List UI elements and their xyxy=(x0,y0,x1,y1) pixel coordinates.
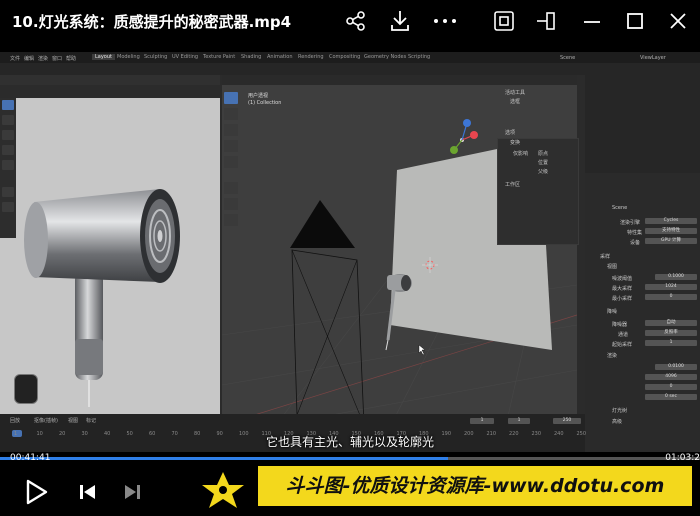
tab-geometry-nodes[interactable]: Geometry Nodes xyxy=(364,54,406,60)
sampling-section[interactable]: 采样 xyxy=(600,253,610,260)
timeline-marker-menu[interactable]: 标记 xyxy=(86,417,96,424)
passes-dropdown[interactable]: 反照率 xyxy=(645,330,697,336)
blender-menu-bar: 文件 编辑 渲染 窗口 帮助 Layout Modeling Sculpting… xyxy=(0,52,700,63)
max-samples-field[interactable]: 1024 xyxy=(645,284,697,290)
feature-set-label: 特性集 xyxy=(627,230,643,236)
time-limit-field[interactable]: 0 sec xyxy=(645,394,697,400)
share-icon[interactable] xyxy=(346,11,366,31)
blender-window: 文件 编辑 渲染 窗口 帮助 Layout Modeling Sculpting… xyxy=(0,52,700,452)
passes-label: 通道 xyxy=(618,332,629,338)
start-frame-field[interactable]: 1 xyxy=(508,418,530,424)
tab-layout[interactable]: Layout xyxy=(92,54,115,60)
affect-parent-option[interactable]: 父级 xyxy=(538,168,548,175)
render-subsection[interactable]: 渲染 xyxy=(607,352,617,359)
timeline-keying-menu[interactable]: 抠像(插帧) xyxy=(34,417,58,424)
tab-animation[interactable]: Animation xyxy=(267,54,293,60)
device-dropdown[interactable]: GPU 计算 xyxy=(645,238,697,244)
menu-help[interactable]: 帮助 xyxy=(66,55,76,62)
select-tool-button[interactable] xyxy=(2,100,14,110)
device-label: 设备 xyxy=(630,240,641,246)
render-viewport-header xyxy=(0,75,220,85)
start-sample-field[interactable]: 1 xyxy=(645,340,697,346)
affect-only-label: 仅影响 xyxy=(513,151,529,157)
menu-edit[interactable]: 编辑 xyxy=(24,55,34,62)
max-samples-label: 最大采样 xyxy=(612,286,633,292)
annotate-tool-button[interactable] xyxy=(2,187,14,197)
more-icon[interactable] xyxy=(433,18,457,24)
video-subtitle: 它也具有主光、辅光以及轮廓光 xyxy=(265,435,434,449)
outliner xyxy=(585,63,700,173)
render-noise-field[interactable]: 0.0100 xyxy=(655,364,697,370)
tab-uv-editing[interactable]: UV Editing xyxy=(172,54,198,60)
cursor-tool-button[interactable] xyxy=(2,115,14,125)
tab-rendering[interactable]: Rendering xyxy=(298,54,324,60)
render-max-samples-field[interactable]: 4096 xyxy=(645,374,697,380)
scale-tool-button[interactable] xyxy=(2,160,14,170)
hair-dryer-render xyxy=(24,189,180,407)
tab-modeling[interactable]: Modeling xyxy=(117,54,140,60)
menu-window[interactable]: 窗口 xyxy=(52,55,62,62)
watermark-banner-text: 斗斗图-优质设计资源库-www.ddotu.com xyxy=(285,475,665,497)
active-tool-title: 活动工具 xyxy=(505,90,526,96)
advanced-section[interactable]: 高级 xyxy=(612,418,622,425)
noise-threshold-label: 噪波阈值 xyxy=(612,276,633,282)
workspace-section[interactable]: 工作区 xyxy=(505,181,520,188)
rotate-tool-button[interactable] xyxy=(2,145,14,155)
scene-selector[interactable]: Scene xyxy=(560,55,575,61)
previous-icon[interactable] xyxy=(78,483,98,501)
screen-capture-icon[interactable] xyxy=(493,10,515,32)
tab-texture-paint[interactable]: Texture Paint xyxy=(203,54,235,60)
options-section[interactable]: 选项 xyxy=(505,129,515,136)
denoise-subsection[interactable]: 降噪 xyxy=(607,308,617,315)
menu-render[interactable]: 渲染 xyxy=(38,55,48,62)
props-scene-name: Scene xyxy=(612,205,628,211)
noise-threshold-field[interactable]: 0.1000 xyxy=(655,274,697,280)
play-icon[interactable] xyxy=(26,479,48,505)
pin-window-icon[interactable] xyxy=(535,10,557,32)
menu-file[interactable]: 文件 xyxy=(10,55,20,62)
tab-shading[interactable]: Shading xyxy=(241,54,261,60)
current-frame-field[interactable]: 1 xyxy=(470,418,494,424)
affect-origin-option[interactable]: 原点 xyxy=(538,150,548,157)
viewport-subsection[interactable]: 视图 xyxy=(607,263,617,270)
light-tree-section[interactable]: 灯光树 xyxy=(612,407,627,414)
tab-scripting[interactable]: Scripting xyxy=(408,54,430,60)
minimize-icon[interactable] xyxy=(582,10,602,32)
feature-set-dropdown[interactable]: 支持特性 xyxy=(645,228,697,234)
maximize-icon[interactable] xyxy=(625,11,645,31)
timeline-view-menu[interactable]: 视图 xyxy=(68,417,78,424)
active-tool-item[interactable]: 选框 xyxy=(510,98,520,105)
video-title: 10.灯光系统：质感提升的秘密武器.mp4 xyxy=(12,13,292,31)
min-samples-field[interactable]: 0 xyxy=(645,294,697,300)
timeline-playback-menu[interactable]: 回放 xyxy=(10,417,20,424)
tab-compositing[interactable]: Compositing xyxy=(329,54,360,60)
download-icon[interactable] xyxy=(390,10,410,32)
tab-sculpting[interactable]: Sculpting xyxy=(144,54,167,60)
close-icon[interactable] xyxy=(668,11,688,31)
affect-location-option[interactable]: 位置 xyxy=(538,159,548,166)
end-frame-field[interactable]: 250 xyxy=(553,418,581,424)
render-engine-dropdown[interactable]: Cycles xyxy=(645,218,697,224)
3d-viewport-header xyxy=(222,75,577,85)
measure-tool-button[interactable] xyxy=(2,202,14,212)
render-min-samples-field[interactable]: 0 xyxy=(645,384,697,390)
star-logo-icon xyxy=(202,472,244,508)
move-tool-button[interactable] xyxy=(2,130,14,140)
denoiser-label: 降噪器 xyxy=(612,322,628,328)
min-samples-label: 最小采样 xyxy=(612,296,633,302)
mouse-hint-icon xyxy=(14,374,38,404)
start-sample-label: 起始采样 xyxy=(612,342,633,348)
denoiser-dropdown[interactable]: 自动 xyxy=(645,320,697,326)
render-engine-label: 渲染引擎 xyxy=(620,220,641,226)
view-layer-selector[interactable]: ViewLayer xyxy=(640,55,666,61)
transform-subsection[interactable]: 变换 xyxy=(510,139,520,146)
progress-fill xyxy=(0,457,448,460)
next-icon[interactable] xyxy=(122,483,142,501)
